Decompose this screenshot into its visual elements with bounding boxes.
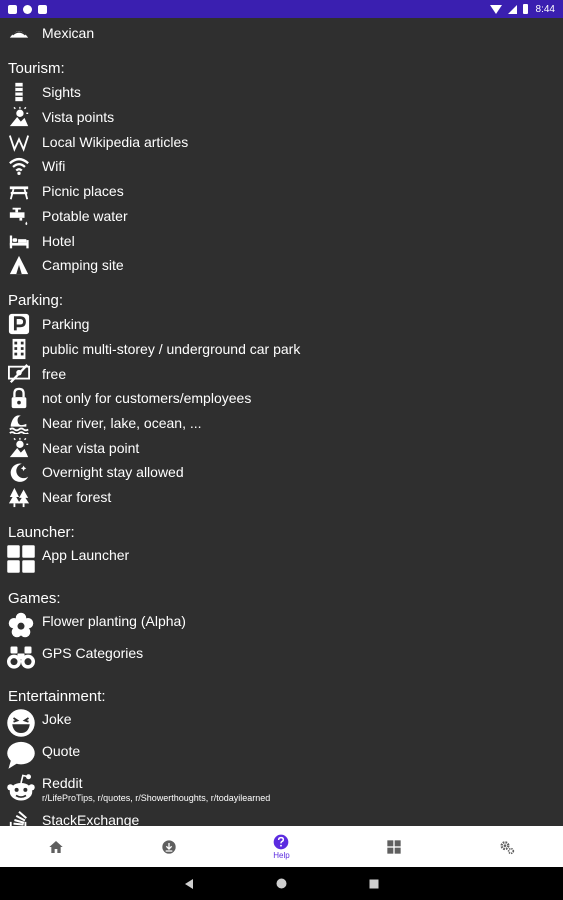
section-title-tourism: Tourism: [8, 60, 65, 77]
tower-icon [6, 80, 32, 104]
list-item-joke[interactable]: Joke [0, 708, 563, 738]
wifi-icon [6, 154, 32, 178]
flower-icon [6, 610, 36, 640]
list-item-car-park[interactable]: public multi-storey / underground car pa… [0, 337, 563, 361]
section-title-games: Games: [8, 590, 61, 607]
stackexchange-icon [6, 808, 32, 826]
sync-icon [23, 4, 32, 14]
wikipedia-icon [6, 130, 32, 154]
nav-download[interactable] [113, 826, 226, 867]
lock-icon [6, 386, 32, 410]
battery-icon [522, 4, 528, 14]
list-item-reddit[interactable]: Reddit r/LifeProTips, r/quotes, r/Shower… [0, 772, 563, 804]
water-tap-icon [6, 204, 32, 228]
tent-icon [6, 253, 32, 277]
nav-home[interactable] [0, 826, 113, 867]
signal-icon [507, 4, 517, 14]
grid-icon [6, 544, 36, 574]
status-bar: 8:44 [0, 0, 563, 18]
list-item-sights[interactable]: Sights [0, 80, 563, 104]
list-item-flower-planting[interactable]: Flower planting (Alpha) [0, 610, 563, 640]
list-item-app-launcher[interactable]: App Launcher [0, 544, 563, 574]
list-item-picnic[interactable]: Picnic places [0, 179, 563, 203]
section-title-launcher: Launcher: [8, 524, 75, 541]
list-item-quote[interactable]: Quote [0, 740, 563, 770]
help-list[interactable]: Mexican Tourism: Sights Vista points Loc… [0, 18, 563, 826]
list-item-mexican[interactable]: Mexican [0, 21, 563, 45]
trees-icon [6, 485, 32, 509]
home-icon [49, 840, 63, 853]
recents-icon[interactable] [369, 879, 379, 889]
list-item-not-only-customers[interactable]: not only for customers/employees [0, 386, 563, 410]
moon-icon [6, 460, 32, 484]
list-item-hotel[interactable]: Hotel [0, 229, 563, 253]
bed-icon [6, 229, 32, 253]
list-item-vista-points[interactable]: Vista points [0, 105, 563, 129]
section-title-entertainment: Entertainment: [8, 688, 106, 705]
section-title-parking: Parking: [8, 292, 64, 309]
list-item-wifi[interactable]: Wifi [0, 154, 563, 178]
parking-icon [6, 312, 32, 336]
list-item-camping[interactable]: Camping site [0, 253, 563, 277]
list-item-potable-water[interactable]: Potable water [0, 204, 563, 228]
list-item-free[interactable]: free [0, 362, 563, 386]
download-icon [162, 839, 176, 854]
list-item-parking[interactable]: Parking [0, 312, 563, 336]
speech-bubble-icon [6, 740, 36, 770]
grid-icon [387, 839, 401, 854]
wifi-status-icon [489, 4, 502, 14]
waves-icon [6, 411, 32, 435]
building-icon [6, 337, 32, 361]
reddit-subreddits: r/LifeProTips, r/quotes, r/Showerthought… [42, 793, 271, 803]
list-item-stackexchange[interactable]: StackExchange [0, 808, 563, 826]
settings-icon [500, 840, 514, 854]
notification-icon [8, 4, 17, 14]
laugh-icon [6, 708, 36, 738]
reddit-icon [6, 772, 36, 804]
list-item-near-water[interactable]: Near river, lake, ocean, ... [0, 411, 563, 435]
list-item-overnight[interactable]: Overnight stay allowed [0, 460, 563, 484]
nav-help[interactable]: Help [225, 826, 338, 867]
free-icon [6, 362, 32, 386]
nav-help-label: Help [273, 850, 290, 860]
vista-icon [6, 105, 32, 129]
help-icon [274, 834, 289, 849]
nav-apps[interactable] [338, 826, 451, 867]
list-item-near-forest[interactable]: Near forest [0, 485, 563, 509]
nav-settings[interactable] [450, 826, 563, 867]
picnic-icon [6, 179, 32, 203]
home-circle-icon[interactable] [276, 878, 287, 889]
taco-icon [6, 21, 32, 45]
bottom-navigation: Help [0, 826, 563, 867]
clock: 8:44 [535, 3, 555, 15]
binoculars-icon [6, 642, 36, 672]
list-item-wikipedia[interactable]: Local Wikipedia articles [0, 130, 563, 154]
vista-icon [6, 436, 32, 460]
list-item-gps-categories[interactable]: GPS Categories [0, 642, 563, 672]
back-icon[interactable] [184, 878, 194, 890]
sd-card-icon [38, 4, 47, 14]
list-item-near-vista[interactable]: Near vista point [0, 436, 563, 460]
system-navigation-bar [0, 867, 563, 900]
